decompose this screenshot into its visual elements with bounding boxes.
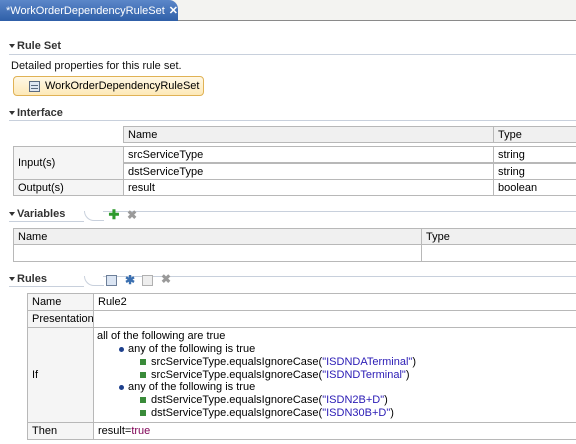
rule-properties-icon[interactable]: ✱ (124, 274, 136, 286)
section-divider (103, 276, 576, 277)
variables-section-header[interactable]: Variables (9, 208, 65, 220)
if-group-2[interactable]: any of the following is true (119, 381, 255, 393)
section-divider (103, 211, 576, 212)
if-condition[interactable]: srcServiceType.equalsIgnoreCase("ISDNDTe… (140, 369, 409, 381)
rules-title: Rules (17, 273, 47, 285)
variables-col-name[interactable]: Name (13, 228, 422, 245)
interface-title: Interface (17, 107, 63, 119)
if-condition[interactable]: srcServiceType.equalsIgnoreCase("ISDNDAT… (140, 356, 416, 368)
condition-icon (140, 372, 146, 379)
section-divider (9, 120, 576, 121)
rule-presentation-label: Presentation (27, 310, 94, 328)
rule-name-value[interactable]: Rule2 (93, 293, 576, 311)
rule-set-button[interactable]: WorkOrderDependencyRuleSet (13, 76, 204, 96)
section-divider-curve (84, 211, 104, 221)
interface-section-header[interactable]: Interface (9, 107, 63, 119)
if-condition[interactable]: dstServiceType.equalsIgnoreCase("ISDN2B+… (140, 394, 388, 406)
collapse-twisty-icon[interactable] (9, 277, 15, 281)
section-divider (9, 54, 576, 55)
rules-section-header[interactable]: Rules (9, 273, 47, 285)
rule-presentation-value[interactable] (93, 310, 576, 328)
editor-tab[interactable]: *WorkOrderDependencyRuleSet ✕ (0, 0, 178, 21)
interface-col-name[interactable]: Name (123, 126, 494, 143)
section-divider-curve (84, 276, 104, 286)
collapse-twisty-icon[interactable] (9, 44, 15, 48)
outputs-label: Output(s) (13, 179, 124, 196)
if-root-condition[interactable]: all of the following are true (97, 330, 225, 342)
new-rule-icon[interactable] (106, 275, 117, 286)
editor-tab-bar: *WorkOrderDependencyRuleSet ✕ (0, 0, 576, 21)
input-name-cell[interactable]: srcServiceType (123, 146, 494, 163)
variables-title: Variables (17, 208, 66, 220)
section-divider (9, 286, 84, 287)
if-group-1[interactable]: any of the following is true (119, 343, 255, 355)
rule-then-label: Then (27, 422, 94, 440)
rule-set-description: Detailed properties for this rule set. (11, 60, 182, 72)
add-variable-icon[interactable]: ✚ (108, 208, 120, 221)
group-title: any of the following is true (128, 381, 256, 393)
close-icon[interactable]: ✕ (169, 5, 178, 17)
tab-title: *WorkOrderDependencyRuleSet (6, 4, 165, 17)
inputs-label: Input(s) (13, 146, 124, 180)
variables-col-type[interactable]: Type (421, 228, 576, 245)
input-type-cell[interactable]: string (493, 163, 576, 180)
delete-rule-icon[interactable]: ✖ (160, 273, 172, 285)
copy-rule-icon[interactable] (142, 275, 153, 286)
input-name-cell[interactable]: dstServiceType (123, 163, 494, 180)
bullet-icon (119, 346, 124, 352)
condition-icon (140, 397, 146, 404)
rule-name-label: Name (27, 293, 94, 311)
collapse-twisty-icon[interactable] (9, 111, 15, 115)
ruleset-icon (29, 80, 40, 92)
rule-set-section-header[interactable]: Rule Set (9, 40, 61, 52)
delete-variable-icon[interactable]: ✖ (126, 209, 138, 221)
output-name-cell[interactable]: result (123, 179, 494, 196)
interface-col-type[interactable]: Type (493, 126, 576, 143)
variables-empty-row[interactable] (421, 244, 576, 262)
section-divider (9, 221, 84, 222)
output-type-cell[interactable]: boolean (493, 179, 576, 196)
group-title: any of the following is true (128, 343, 256, 355)
if-condition[interactable]: dstServiceType.equalsIgnoreCase("ISDN30B… (140, 407, 394, 419)
rule-then-value[interactable]: result= true (93, 422, 576, 440)
variables-empty-row[interactable] (13, 244, 422, 262)
rule-set-title: Rule Set (17, 40, 62, 52)
rule-if-label: If (27, 327, 94, 423)
condition-icon (140, 410, 146, 417)
rule-set-button-label: WorkOrderDependencyRuleSet (45, 80, 200, 92)
bullet-icon (119, 384, 124, 390)
input-type-cell[interactable]: string (493, 146, 576, 163)
collapse-twisty-icon[interactable] (9, 212, 15, 216)
condition-icon (140, 359, 146, 366)
